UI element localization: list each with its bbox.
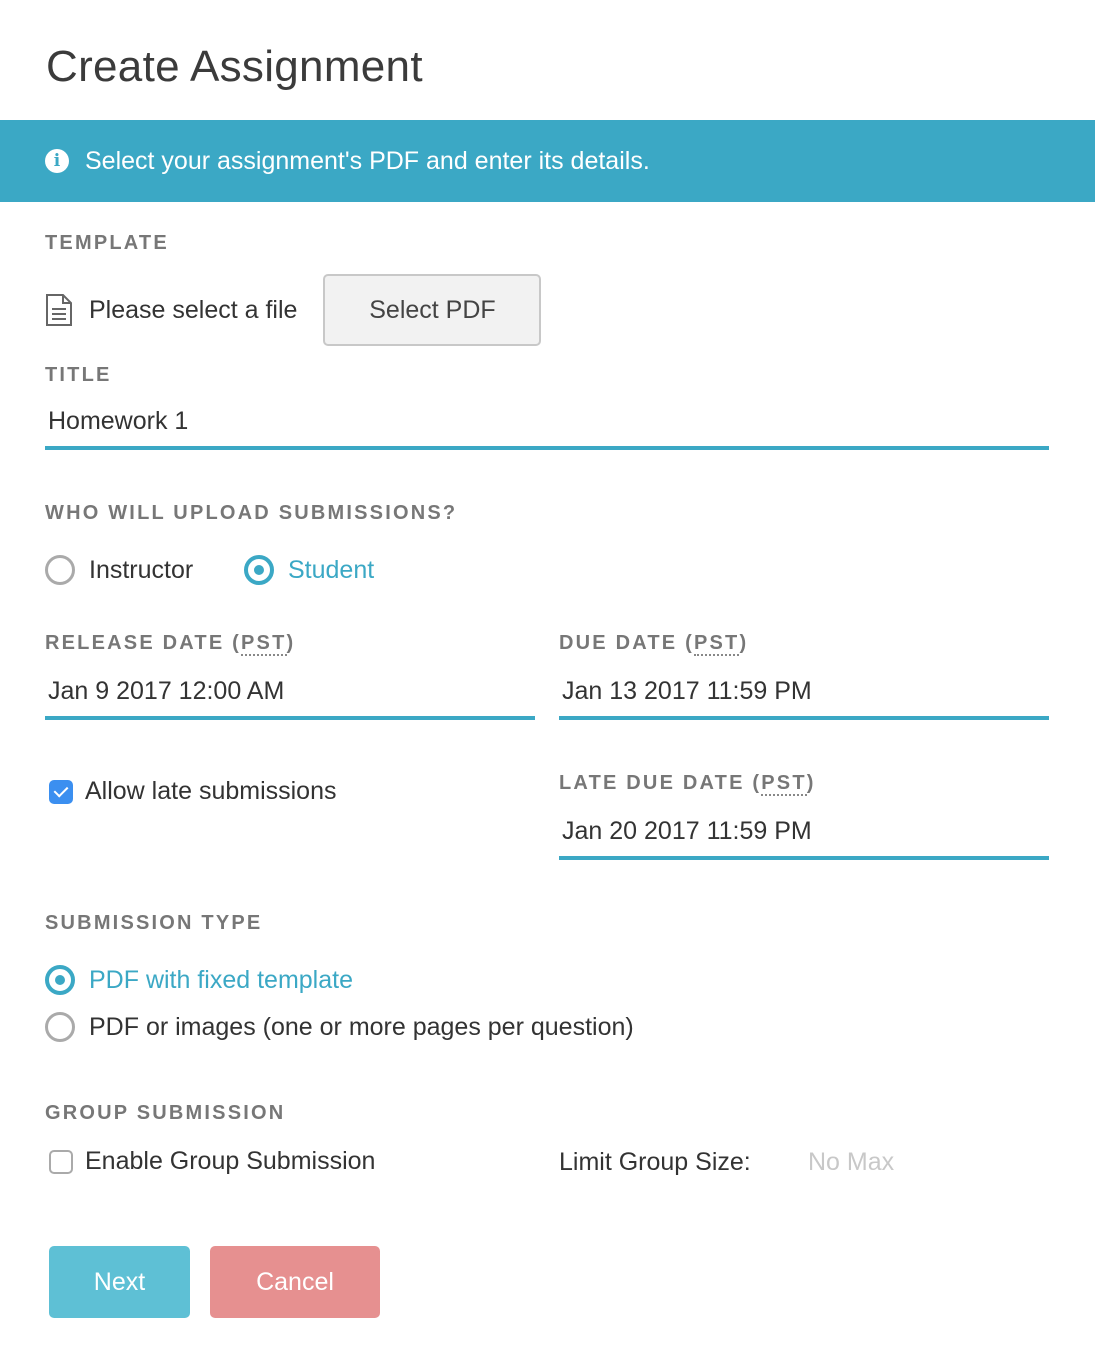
radio-pdf-or-images-label: PDF or images (one or more pages per que… — [89, 1012, 634, 1041]
radio-button-checked[interactable] — [45, 965, 75, 995]
radio-button-unchecked[interactable] — [45, 1012, 75, 1042]
title-label: TITLE — [45, 364, 112, 386]
allow-late-checkbox[interactable] — [49, 779, 73, 804]
limit-group-size-input[interactable]: No Max — [808, 1148, 894, 1177]
label-paren: ) — [739, 632, 749, 654]
late-due-date-label-text: LATE DUE DATE ( — [559, 772, 762, 794]
title-input[interactable]: Homework 1 — [45, 400, 1049, 450]
timezone-abbr: PST — [241, 632, 287, 656]
radio-fixed-template[interactable]: PDF with fixed template — [45, 965, 353, 995]
timezone-abbr: PST — [693, 632, 740, 656]
due-date-label: DUE DATE (PST) — [559, 632, 749, 656]
cancel-button[interactable]: Cancel — [210, 1246, 380, 1318]
release-date-label-text: RELEASE DATE ( — [45, 632, 241, 654]
uploader-label: WHO WILL UPLOAD SUBMISSIONS? — [45, 502, 458, 524]
label-paren: ) — [806, 772, 816, 794]
file-status: Please select a file — [89, 295, 298, 324]
radio-student-label: Student — [288, 555, 375, 584]
select-pdf-button[interactable]: Select PDF — [323, 274, 542, 346]
info-banner: i Select your assignment's PDF and enter… — [0, 120, 1095, 202]
document-icon — [46, 294, 72, 326]
enable-group-checkbox-row[interactable]: Enable Group Submission — [49, 1147, 375, 1176]
release-date-input[interactable]: Jan 9 2017 12:00 AM — [45, 670, 535, 720]
due-date-input[interactable]: Jan 13 2017 11:59 PM — [559, 670, 1049, 720]
template-label: TEMPLATE — [45, 232, 169, 254]
submission-type-label: SUBMISSION TYPE — [45, 912, 263, 934]
radio-student[interactable]: Student — [244, 555, 374, 585]
radio-fixed-template-label: PDF with fixed template — [89, 965, 353, 994]
banner-text: Select your assignment's PDF and enter i… — [85, 146, 650, 175]
group-submission-label: GROUP SUBMISSION — [45, 1102, 286, 1124]
limit-group-size-label: Limit Group Size: — [559, 1148, 751, 1176]
allow-late-checkbox-row[interactable]: Allow late submissions — [49, 777, 337, 806]
radio-instructor-label: Instructor — [89, 555, 194, 584]
next-button[interactable]: Next — [49, 1246, 190, 1318]
label-paren: ) — [286, 632, 296, 654]
enable-group-checkbox[interactable] — [49, 1149, 73, 1174]
radio-button-checked[interactable] — [244, 555, 274, 585]
info-icon: i — [45, 149, 69, 173]
late-due-date-input[interactable]: Jan 20 2017 11:59 PM — [559, 810, 1049, 860]
timezone-abbr: PST — [761, 772, 807, 796]
radio-button-unchecked[interactable] — [45, 555, 75, 585]
radio-instructor[interactable]: Instructor — [45, 555, 193, 585]
page-title: Create Assignment — [46, 42, 423, 91]
template-file-row: Please select a file Select PDF — [45, 274, 542, 346]
allow-late-label: Allow late submissions — [85, 777, 337, 805]
radio-pdf-or-images[interactable]: PDF or images (one or more pages per que… — [45, 1012, 634, 1042]
enable-group-label: Enable Group Submission — [85, 1147, 376, 1175]
due-date-label-text: DUE DATE ( — [559, 632, 694, 654]
release-date-label: RELEASE DATE (PST) — [45, 632, 296, 656]
late-due-date-label: LATE DUE DATE (PST) — [559, 772, 816, 796]
